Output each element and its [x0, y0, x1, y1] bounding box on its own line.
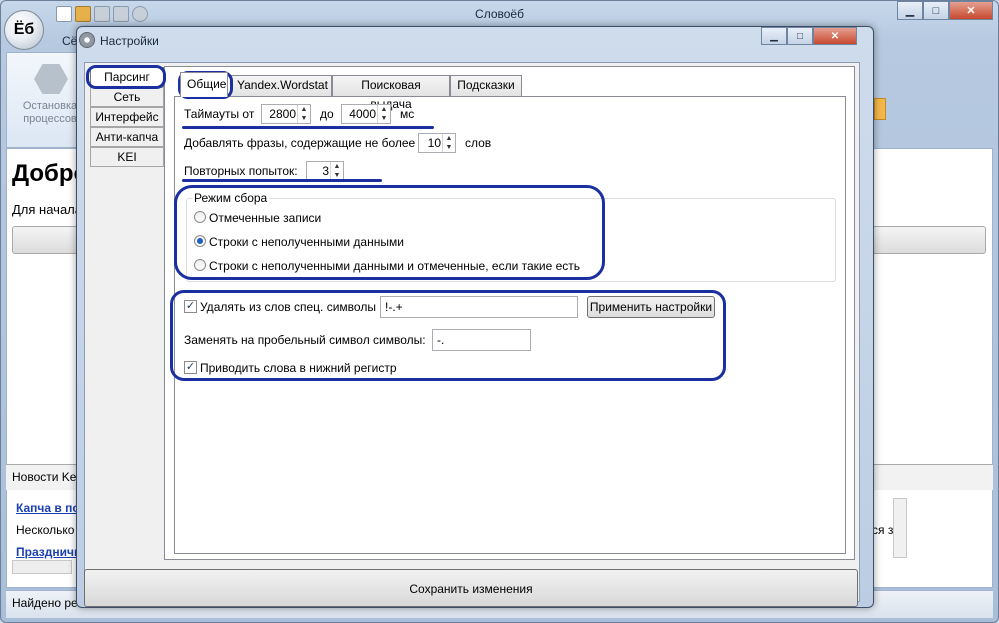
- horizontal-scrollbar[interactable]: [12, 560, 72, 574]
- tab-suggestions[interactable]: Подсказки: [450, 75, 522, 96]
- words-unit: слов: [465, 136, 492, 150]
- dialog-close-button[interactable]: ✕: [813, 27, 857, 45]
- main-tab-fragment: Сё: [62, 34, 78, 48]
- maximize-button[interactable]: □: [923, 1, 949, 20]
- timeout-to-value: 4000: [349, 107, 376, 121]
- max-words-stepper[interactable]: 10 ▲ ▼: [418, 133, 456, 153]
- ribbon-highlight: [874, 98, 886, 120]
- marker-mode-group: [174, 185, 605, 280]
- news-link[interactable]: Праздничн: [16, 545, 81, 559]
- sidebar-item-anticaptcha[interactable]: Анти-капча: [90, 127, 164, 147]
- save-changes-button[interactable]: Сохранить изменения: [84, 569, 858, 607]
- minimize-button[interactable]: ▁: [897, 1, 923, 20]
- marker-sidebar-parsing: [86, 65, 166, 89]
- sidebar-item-network[interactable]: Сеть: [90, 87, 164, 107]
- tab-general[interactable]: Общие: [180, 72, 228, 97]
- news-header: Новости Ke: [12, 470, 77, 484]
- dialog-minimize-button[interactable]: ▁: [761, 27, 787, 45]
- tab-yandex-wordstat[interactable]: Yandex.Wordstat: [230, 75, 332, 96]
- quick-access-toolbar: [56, 6, 148, 24]
- gear-icon: [79, 32, 95, 48]
- spinner-arrows-icon[interactable]: ▲ ▼: [442, 134, 455, 152]
- spinner-arrows-icon[interactable]: ▲ ▼: [297, 105, 310, 123]
- max-words-value: 10: [427, 136, 441, 150]
- dialog-title: Настройки: [100, 34, 159, 48]
- add-phrases-label: Добавлять фразы, содержащие не более: [184, 136, 416, 150]
- dialog-window-controls: ▁ □ ✕: [761, 27, 857, 45]
- timeout-from-value: 2800: [269, 107, 296, 121]
- spinner-arrows-icon[interactable]: ▲ ▼: [377, 105, 390, 123]
- open-folder-icon[interactable]: [75, 6, 91, 22]
- spinner-arrows-icon[interactable]: ▲ ▼: [330, 162, 343, 180]
- sidebar-item-kei[interactable]: KEI: [90, 147, 164, 167]
- news-right-fragment: ся з: [872, 523, 894, 537]
- marker-underline-timeouts: [182, 126, 434, 129]
- table-icon[interactable]: [113, 6, 129, 22]
- timeout-to-label: до: [320, 107, 334, 121]
- news-scrollbar[interactable]: [893, 498, 907, 558]
- tab-search-results[interactable]: Поисковая выдача: [332, 75, 450, 111]
- marker-underline-retries: [182, 179, 382, 182]
- welcome-subtext: Для начала: [12, 202, 82, 217]
- app-logo[interactable]: Ёб: [4, 10, 44, 50]
- timeout-unit: мс: [400, 107, 415, 121]
- save-icon[interactable]: [94, 6, 110, 22]
- timeouts-label: Таймауты от: [184, 107, 255, 121]
- retries-value: 3: [322, 164, 329, 178]
- retries-label: Повторных попыток:: [184, 164, 298, 178]
- dialog-maximize-button[interactable]: □: [787, 27, 813, 45]
- close-button[interactable]: ✕: [949, 1, 993, 20]
- gear-icon[interactable]: [132, 6, 148, 22]
- main-window-controls: ▁ □ ✕: [897, 1, 993, 20]
- marker-symbols-group: [170, 290, 726, 381]
- news-link[interactable]: Капча в по: [16, 501, 80, 515]
- retries-stepper[interactable]: 3 ▲ ▼: [306, 161, 344, 181]
- app-title: Словоёб: [475, 7, 524, 21]
- sidebar-item-interface[interactable]: Интерфейс: [90, 107, 164, 127]
- news-text: Несколько: [16, 523, 75, 537]
- timeout-to-stepper[interactable]: 4000 ▲ ▼: [341, 104, 391, 124]
- timeout-from-stepper[interactable]: 2800 ▲ ▼: [261, 104, 311, 124]
- status-text: Найдено ре: [12, 596, 78, 610]
- new-file-icon[interactable]: [56, 6, 72, 22]
